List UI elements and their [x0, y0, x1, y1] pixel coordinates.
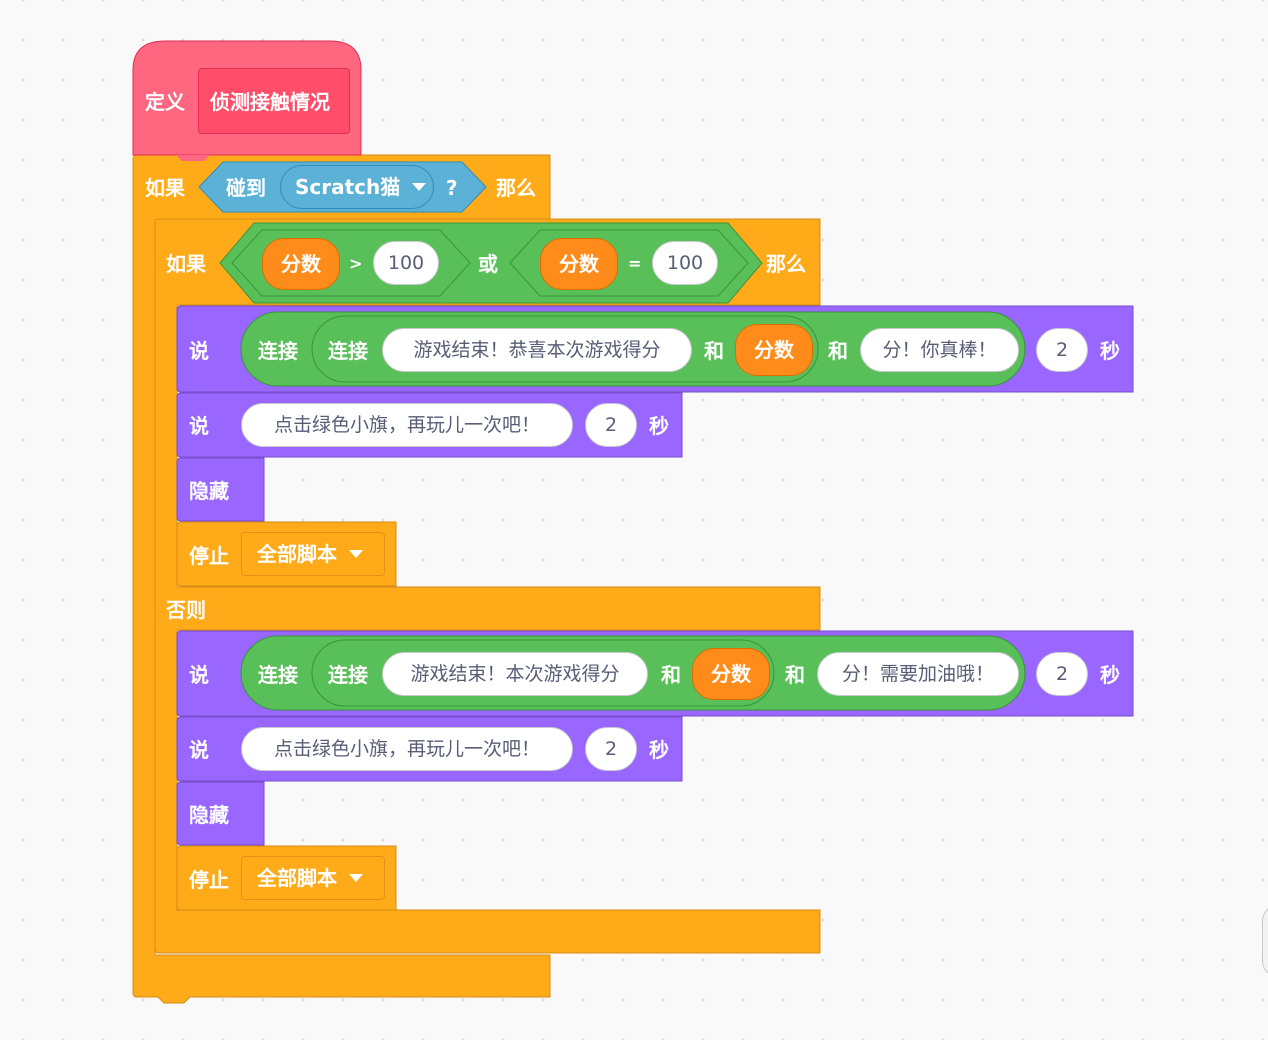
text-input[interactable]: 游戏结束！恭喜本次游戏得分: [382, 328, 692, 372]
join-label: 连接: [258, 339, 298, 363]
else-label: 否则: [166, 598, 206, 622]
seconds-label: 秒: [1100, 663, 1120, 687]
say-label: 说: [189, 738, 209, 762]
equals-symbol: =: [628, 254, 642, 273]
score-variable-right[interactable]: 分数: [540, 238, 618, 290]
score-variable-left[interactable]: 分数: [262, 238, 340, 290]
seconds-input[interactable]: 2: [585, 403, 637, 447]
inner-then-label: 那么: [766, 252, 806, 276]
say-label: 说: [189, 414, 209, 438]
stop-label: 停止: [189, 544, 229, 568]
touching-label: 碰到: [226, 176, 266, 200]
text-input[interactable]: 点击绿色小旗，再玩儿一次吧！: [241, 727, 573, 771]
chevron-down-icon: [412, 183, 427, 191]
and-label: 和: [704, 339, 724, 363]
say-label: 说: [189, 339, 209, 363]
define-label: 定义: [145, 90, 185, 114]
seconds-label: 秒: [1100, 339, 1120, 363]
score-variable[interactable]: 分数: [692, 648, 770, 700]
seconds-input[interactable]: 2: [585, 727, 637, 771]
score-variable[interactable]: 分数: [735, 324, 813, 376]
inner-if-label: 如果: [166, 252, 206, 276]
and-label: 和: [828, 339, 848, 363]
procedure-name: 侦测接触情况: [210, 90, 330, 114]
scroll-handle[interactable]: [1262, 905, 1268, 977]
text-input[interactable]: 点击绿色小旗，再玩儿一次吧！: [241, 403, 573, 447]
chevron-down-icon: [349, 550, 363, 558]
hide-label: 隐藏: [189, 479, 229, 503]
join-label: 连接: [258, 663, 298, 687]
touching-question: ?: [446, 176, 458, 200]
and-label: 和: [785, 663, 805, 687]
hide-label: 隐藏: [189, 803, 229, 827]
chevron-down-icon: [349, 874, 363, 882]
stop-label: 停止: [189, 868, 229, 892]
touching-target-dropdown[interactable]: Scratch猫: [280, 165, 434, 209]
compare-value-right[interactable]: 100: [652, 241, 718, 285]
code-workspace[interactable]: 定义 侦测接触情况 如果 碰到 Scratch猫 ? 那么 如果 分数 > 10…: [0, 0, 1268, 1040]
text-input[interactable]: 分！需要加油哦！: [817, 652, 1019, 696]
seconds-input[interactable]: 2: [1036, 328, 1088, 372]
say-label: 说: [189, 663, 209, 687]
outer-then-label: 那么: [496, 176, 536, 200]
text-input[interactable]: 分！你真棒！: [860, 328, 1019, 372]
stop-option-dropdown[interactable]: 全部脚本: [241, 856, 385, 900]
seconds-label: 秒: [649, 414, 669, 438]
seconds-label: 秒: [649, 738, 669, 762]
compare-value-left[interactable]: 100: [373, 241, 439, 285]
text-input[interactable]: 游戏结束！本次游戏得分: [382, 652, 648, 696]
touching-target-value: Scratch猫: [295, 175, 401, 199]
or-label: 或: [478, 252, 498, 276]
greater-than-symbol: >: [349, 254, 363, 273]
outer-if-label: 如果: [145, 176, 185, 200]
join-label: 连接: [328, 663, 368, 687]
and-label: 和: [661, 663, 681, 687]
join-label: 连接: [328, 339, 368, 363]
stop-option-dropdown[interactable]: 全部脚本: [241, 532, 385, 576]
seconds-input[interactable]: 2: [1036, 652, 1088, 696]
